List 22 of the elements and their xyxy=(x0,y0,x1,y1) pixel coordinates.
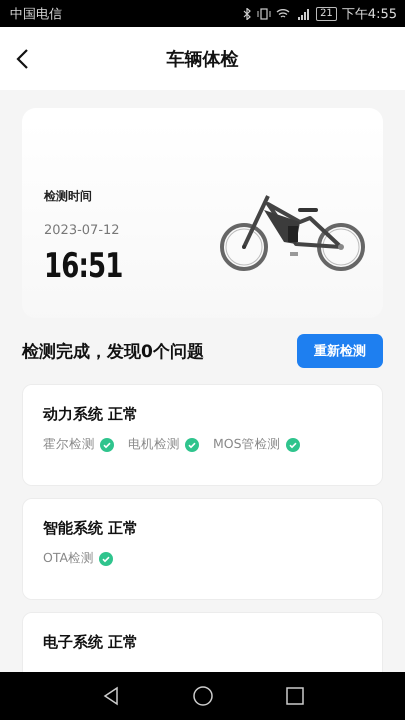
summary-text: 检测完成，发现0个问题 xyxy=(22,340,204,362)
signal-icon xyxy=(295,8,312,20)
check-label: OTA检测 xyxy=(43,550,94,567)
carrier-name: 中国电信 xyxy=(10,6,63,22)
recents-nav-icon[interactable] xyxy=(284,685,306,707)
status-time: 下午4:55 xyxy=(342,6,397,22)
system-title: 电子系统 正常 xyxy=(43,633,140,652)
wifi-icon xyxy=(276,8,290,20)
check-label: 霍尔检测 xyxy=(43,436,95,453)
inspection-time-label: 检测时间 xyxy=(44,188,93,205)
battery-level: 21 xyxy=(316,6,337,20)
recheck-button[interactable]: 重新检测 xyxy=(297,334,383,368)
check-label: MOS管检测 xyxy=(213,436,281,453)
system-title: 智能系统 正常 xyxy=(43,519,140,538)
check-label: 电机检测 xyxy=(128,436,180,453)
vibrate-icon xyxy=(257,8,272,20)
page-title: 车辆体检 xyxy=(166,48,238,70)
home-nav-icon[interactable] xyxy=(192,685,214,707)
inspection-time: 16:51 xyxy=(44,246,123,286)
bluetooth-icon xyxy=(242,8,252,20)
system-title: 动力系统 正常 xyxy=(43,405,140,424)
inspection-date: 2023-07-12 xyxy=(44,223,121,238)
